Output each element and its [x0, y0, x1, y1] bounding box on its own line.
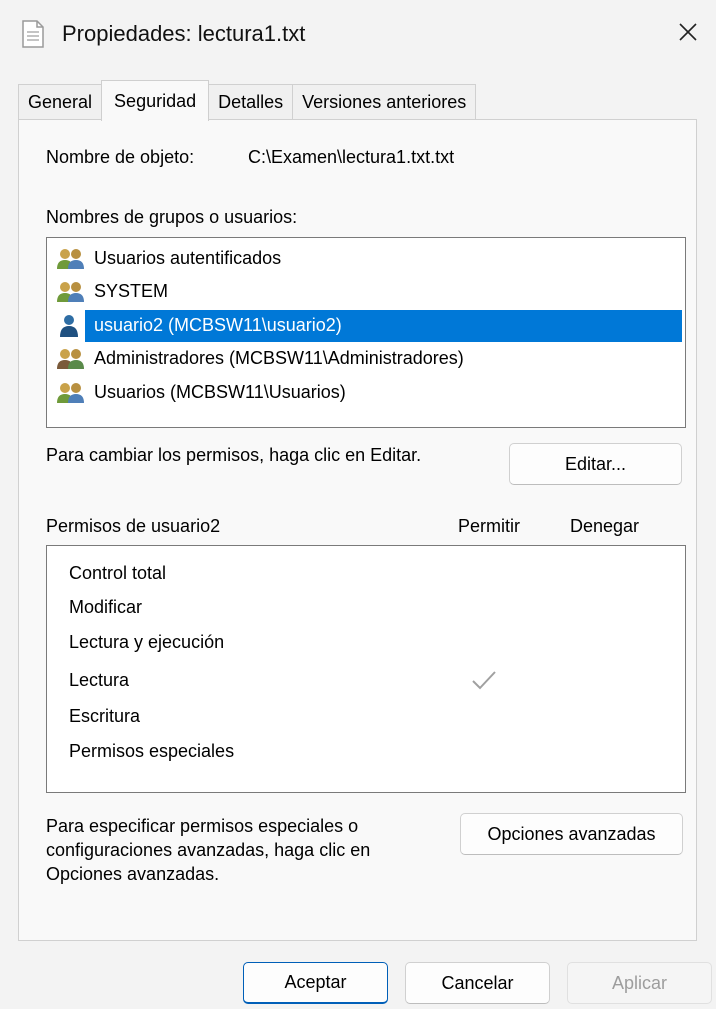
groups-label: Nombres de grupos o usuarios: [46, 207, 298, 227]
text-file-icon [22, 20, 44, 48]
properties-window: Propiedades: lectura1.txt General Seguri… [0, 0, 716, 1009]
permission-row-read-execute: Lectura y ejecución [69, 631, 225, 652]
users-group-icon [57, 248, 84, 269]
allow-column-header: Permitir [458, 516, 520, 536]
list-item-label: Administradores (MCBSW11\Administradores… [94, 348, 464, 368]
list-item[interactable]: Usuarios autentificados [55, 242, 284, 275]
list-item[interactable]: usuario2 (MCBSW11\usuario2) [55, 309, 345, 342]
permissions-list[interactable]: Control total Modificar Lectura y ejecuc… [46, 545, 686, 793]
permission-row-read: Lectura [69, 669, 130, 690]
advanced-hint: Para especificar permisos especiales o c… [46, 816, 371, 884]
users-group-icon [57, 281, 84, 302]
window-title: Propiedades: lectura1.txt [62, 21, 306, 46]
close-button[interactable] [660, 8, 716, 56]
tab-details[interactable]: Detalles [208, 84, 294, 120]
list-item[interactable]: SYSTEM [55, 275, 171, 308]
close-icon [679, 23, 697, 41]
list-item-label: SYSTEM [94, 281, 169, 301]
list-item-label: usuario2 (MCBSW11\usuario2) [91, 313, 345, 338]
apply-button[interactable]: Aplicar [567, 962, 712, 1004]
permission-row-write: Escritura [69, 705, 141, 726]
tab-previous-versions[interactable]: Versiones anteriores [292, 84, 477, 120]
allow-read-check-icon [472, 671, 496, 690]
list-item-label: Usuarios (MCBSW11\Usuarios) [94, 382, 346, 402]
groups-listbox[interactable]: Usuarios autentificados SYSTEM usuario2 … [46, 237, 686, 428]
permission-row-full-control: Control total [69, 562, 167, 583]
tab-strip: General Seguridad Detalles Versiones ant… [18, 80, 477, 121]
permission-row-special: Permisos especiales [69, 740, 235, 761]
edit-button[interactable]: Editar... [509, 443, 682, 485]
list-item[interactable]: Usuarios (MCBSW11\Usuarios) [55, 376, 349, 409]
title-bar: Propiedades: lectura1.txt [0, 0, 716, 72]
permissions-label: Permisos de usuario2 [46, 516, 221, 536]
tab-security[interactable]: Seguridad [101, 80, 210, 121]
permission-row-modify: Modificar [69, 596, 143, 617]
cancel-button[interactable]: Cancelar [405, 962, 550, 1004]
list-item-label: Usuarios autentificados [94, 248, 282, 268]
tab-general[interactable]: General [18, 84, 103, 120]
list-item[interactable]: Administradores (MCBSW11\Administradores… [55, 342, 467, 375]
advanced-options-button[interactable]: Opciones avanzadas [460, 813, 683, 855]
ok-button[interactable]: Aceptar [243, 962, 388, 1004]
edit-hint: Para cambiar los permisos, haga clic en … [46, 445, 422, 465]
object-name-label: Nombre de objeto: [46, 147, 195, 167]
users-group-icon [57, 382, 84, 403]
deny-column-header: Denegar [570, 516, 640, 536]
object-name-value: C:\Examen\lectura1.txt.txt [248, 147, 455, 167]
users-group-icon [57, 348, 84, 369]
single-user-icon [60, 314, 78, 337]
